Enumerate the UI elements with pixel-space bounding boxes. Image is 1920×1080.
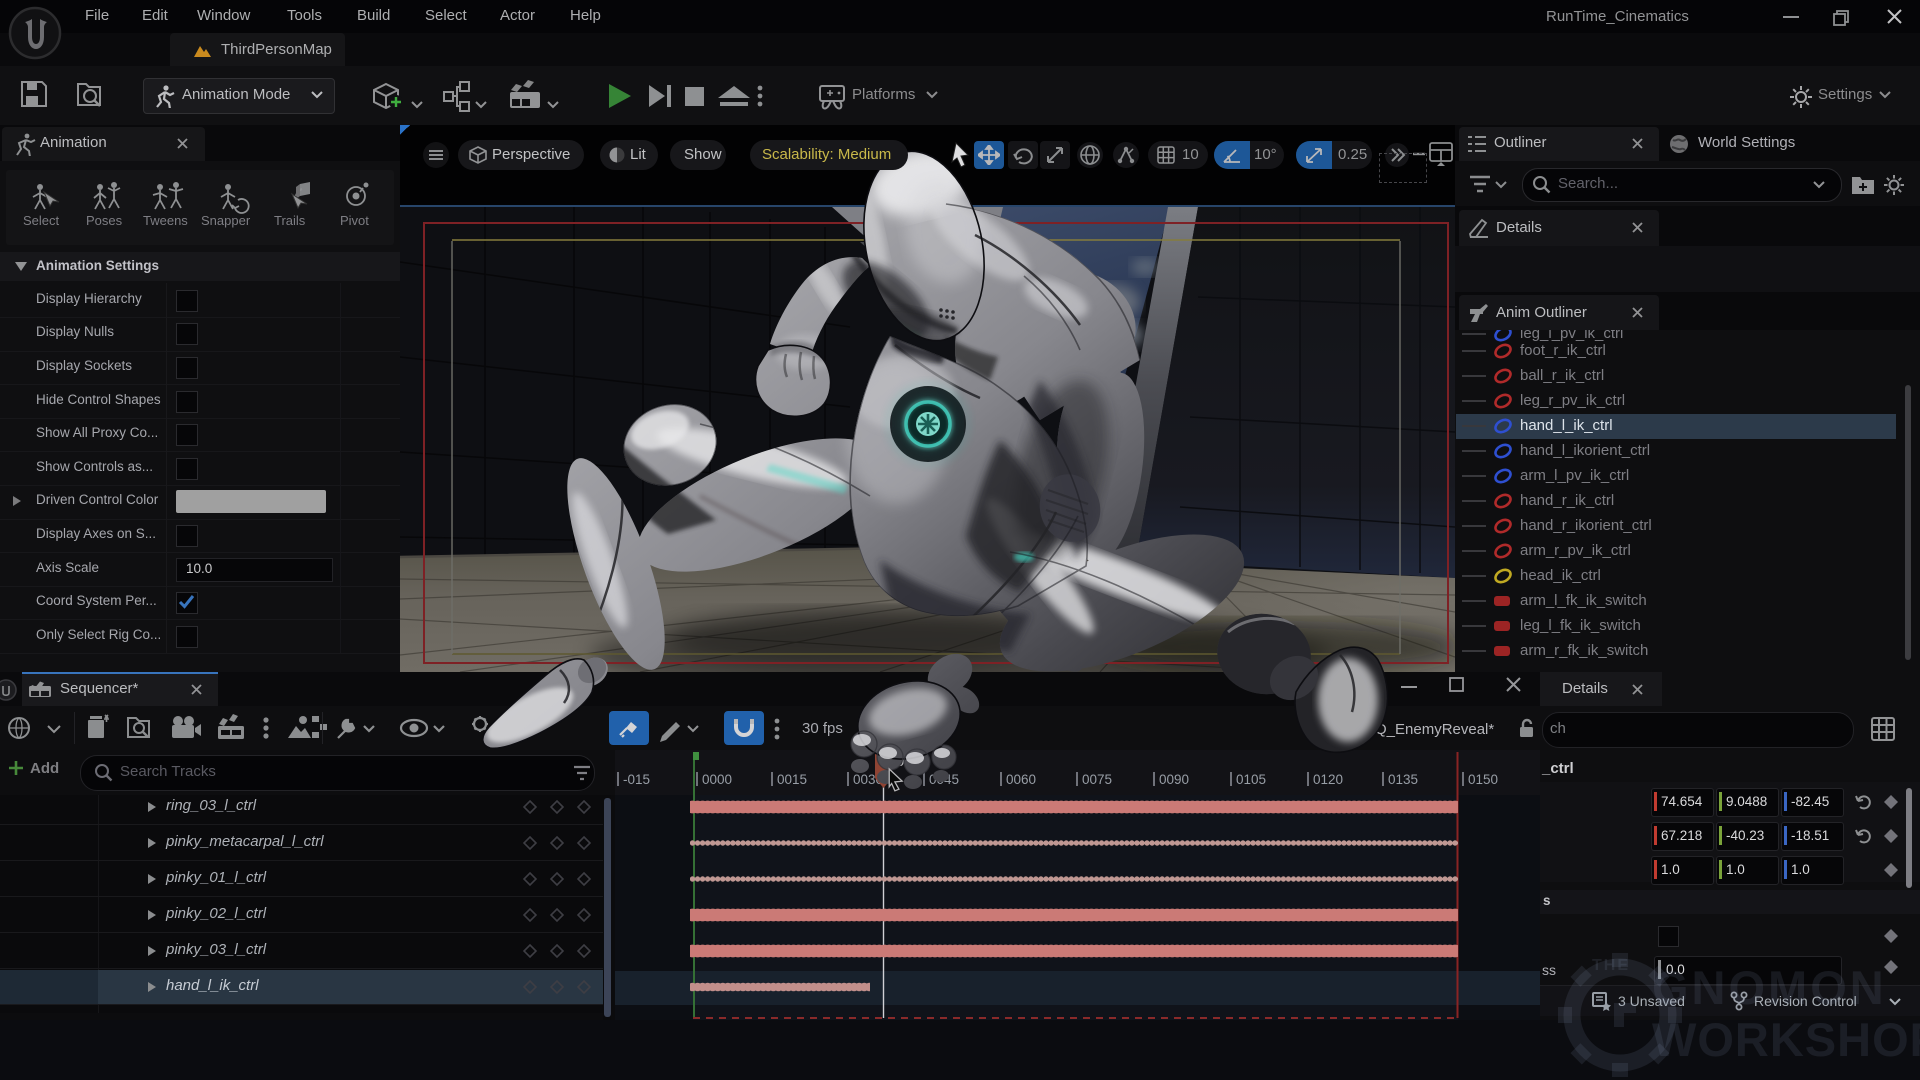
svg-text:WORKSHOP: WORKSHOP	[1652, 1013, 1920, 1066]
svg-text:THE: THE	[1592, 957, 1630, 974]
svg-text:GNOMON: GNOMON	[1652, 961, 1887, 1014]
